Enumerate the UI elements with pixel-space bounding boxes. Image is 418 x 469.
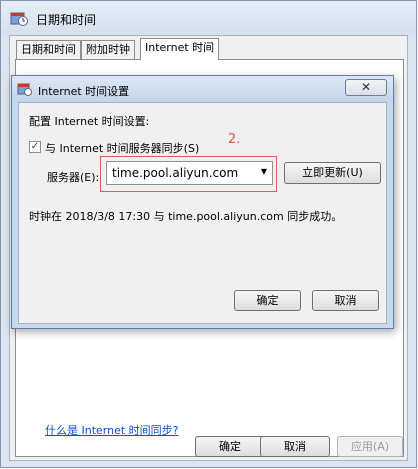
dialog-title-bar: Internet 时间设置 ✕ [12, 76, 393, 102]
sync-status-text: 时钟在 2018/3/8 17:30 与 time.pool.aliyun.co… [29, 210, 343, 223]
cancel-button[interactable]: 取消 [260, 436, 330, 457]
config-label: 配置 Internet 时间设置: [29, 115, 150, 128]
date-time-icon [17, 83, 32, 96]
sync-checkbox[interactable]: ✓ [29, 141, 41, 153]
dialog-title: Internet 时间设置 [38, 85, 130, 98]
dialog-client: 配置 Internet 时间设置: ✓ 与 Internet 时间服务器同步(S… [18, 102, 387, 324]
close-button[interactable]: ✕ [345, 79, 387, 96]
help-link[interactable]: 什么是 Internet 时间同步? [45, 422, 179, 438]
server-dropdown[interactable]: time.pool.aliyun.com ▼ [106, 161, 273, 185]
tab-date-time[interactable]: 日期和时间 [16, 40, 81, 59]
chevron-down-icon[interactable]: ▼ [261, 167, 267, 176]
apply-button[interactable]: 应用(A) [337, 436, 403, 457]
server-value: time.pool.aliyun.com [112, 166, 239, 180]
tab-additional-clocks[interactable]: 附加时钟 [81, 40, 135, 59]
title-bar: 日期和时间 [1, 1, 416, 35]
window-title: 日期和时间 [36, 13, 97, 27]
server-label: 服务器(E): [47, 171, 100, 184]
close-icon: ✕ [360, 80, 372, 94]
dialog-cancel-button[interactable]: 取消 [312, 290, 379, 311]
sync-label[interactable]: 与 Internet 时间服务器同步(S) [45, 140, 199, 156]
annotation-label: 2. [228, 132, 241, 147]
ok-button[interactable]: 确定 [195, 436, 265, 457]
update-now-button[interactable]: 立即更新(U) [284, 162, 381, 184]
dialog-ok-button[interactable]: 确定 [234, 290, 301, 311]
tab-internet-time[interactable]: Internet 时间 [140, 38, 220, 60]
internet-time-settings-dialog: Internet 时间设置 ✕ 配置 Internet 时间设置: ✓ 与 In… [11, 75, 394, 329]
date-time-icon [10, 12, 28, 26]
